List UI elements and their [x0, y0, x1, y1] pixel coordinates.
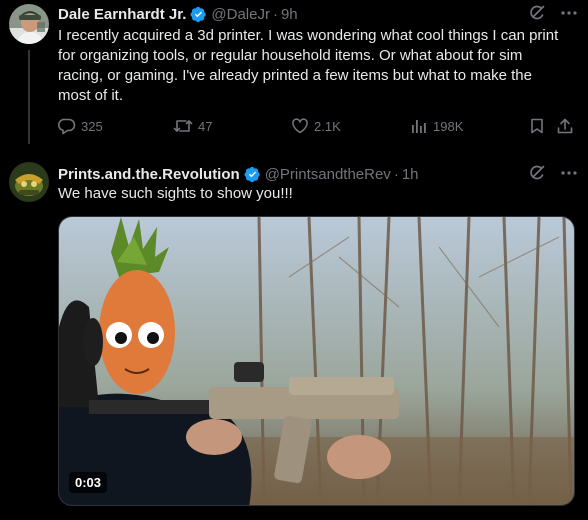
like-count: 2.1K	[314, 118, 341, 134]
post-body: We have such sights to show you!!!	[58, 185, 293, 202]
verified-badge-icon	[244, 166, 261, 183]
share-icon	[557, 118, 573, 134]
user-handle[interactable]: @DaleJr	[211, 6, 270, 23]
bookmark-button[interactable]	[528, 117, 546, 135]
like-button[interactable]: 2.1K	[291, 117, 341, 135]
share-button[interactable]	[556, 117, 574, 135]
view-count: 198K	[433, 118, 464, 134]
post-body-line: I recently acquired a 3d printer. I was …	[58, 27, 559, 44]
more-options-icon[interactable]	[560, 4, 578, 22]
post-timestamp[interactable]: 9h	[281, 6, 298, 23]
reply-count: 325	[81, 118, 103, 134]
post-header-actions	[528, 164, 578, 182]
post-header: Prints.and.the.Revolution @PrintsandtheR…	[58, 164, 419, 184]
user-handle[interactable]: @PrintsandtheRev	[265, 166, 391, 183]
post-dale-earnhardt[interactable]: Dale Earnhardt Jr. @DaleJr · 9h I recent…	[0, 0, 588, 150]
repost-icon	[173, 120, 193, 132]
views-chart-icon	[412, 120, 426, 133]
post-body: I recently acquired a 3d printer. I was …	[58, 26, 558, 106]
post-header: Dale Earnhardt Jr. @DaleJr · 9h	[58, 4, 298, 24]
post-action-bar: 325 47 2.1K 198K	[58, 117, 578, 139]
avatar-image	[9, 162, 49, 202]
video-duration-badge: 0:03	[69, 472, 108, 493]
reply-button[interactable]: 325	[58, 117, 103, 135]
post-body-line: racing, or gaming. I've already printed …	[58, 67, 532, 84]
bookmark-icon	[531, 118, 543, 134]
reply-icon	[58, 118, 76, 135]
display-name[interactable]: Prints.and.the.Revolution	[58, 166, 240, 183]
separator-dot: ·	[272, 5, 278, 23]
thread-connector-line	[28, 50, 30, 144]
verified-badge-icon	[190, 6, 207, 23]
video-player[interactable]: 0:03	[58, 216, 575, 506]
display-name[interactable]: Dale Earnhardt Jr.	[58, 6, 186, 23]
post-timestamp[interactable]: 1h	[402, 166, 419, 183]
post-body-line: for organizing tools, or regular househo…	[58, 47, 523, 64]
heart-icon	[292, 118, 308, 134]
repost-count: 47	[198, 118, 213, 134]
repost-button[interactable]: 47	[173, 117, 212, 135]
more-options-icon[interactable]	[560, 164, 578, 182]
avatar-dalejr[interactable]	[9, 4, 49, 44]
post-body-line: most of it.	[58, 87, 124, 104]
avatar-printsandtherev[interactable]	[9, 162, 49, 202]
video-frame	[59, 217, 574, 505]
avatar-image	[9, 4, 49, 44]
views-button[interactable]: 198K	[410, 117, 463, 135]
separator-dot: ·	[393, 165, 399, 183]
grok-icon[interactable]	[528, 4, 546, 22]
grok-icon[interactable]	[528, 164, 546, 182]
post-header-actions	[528, 4, 578, 22]
